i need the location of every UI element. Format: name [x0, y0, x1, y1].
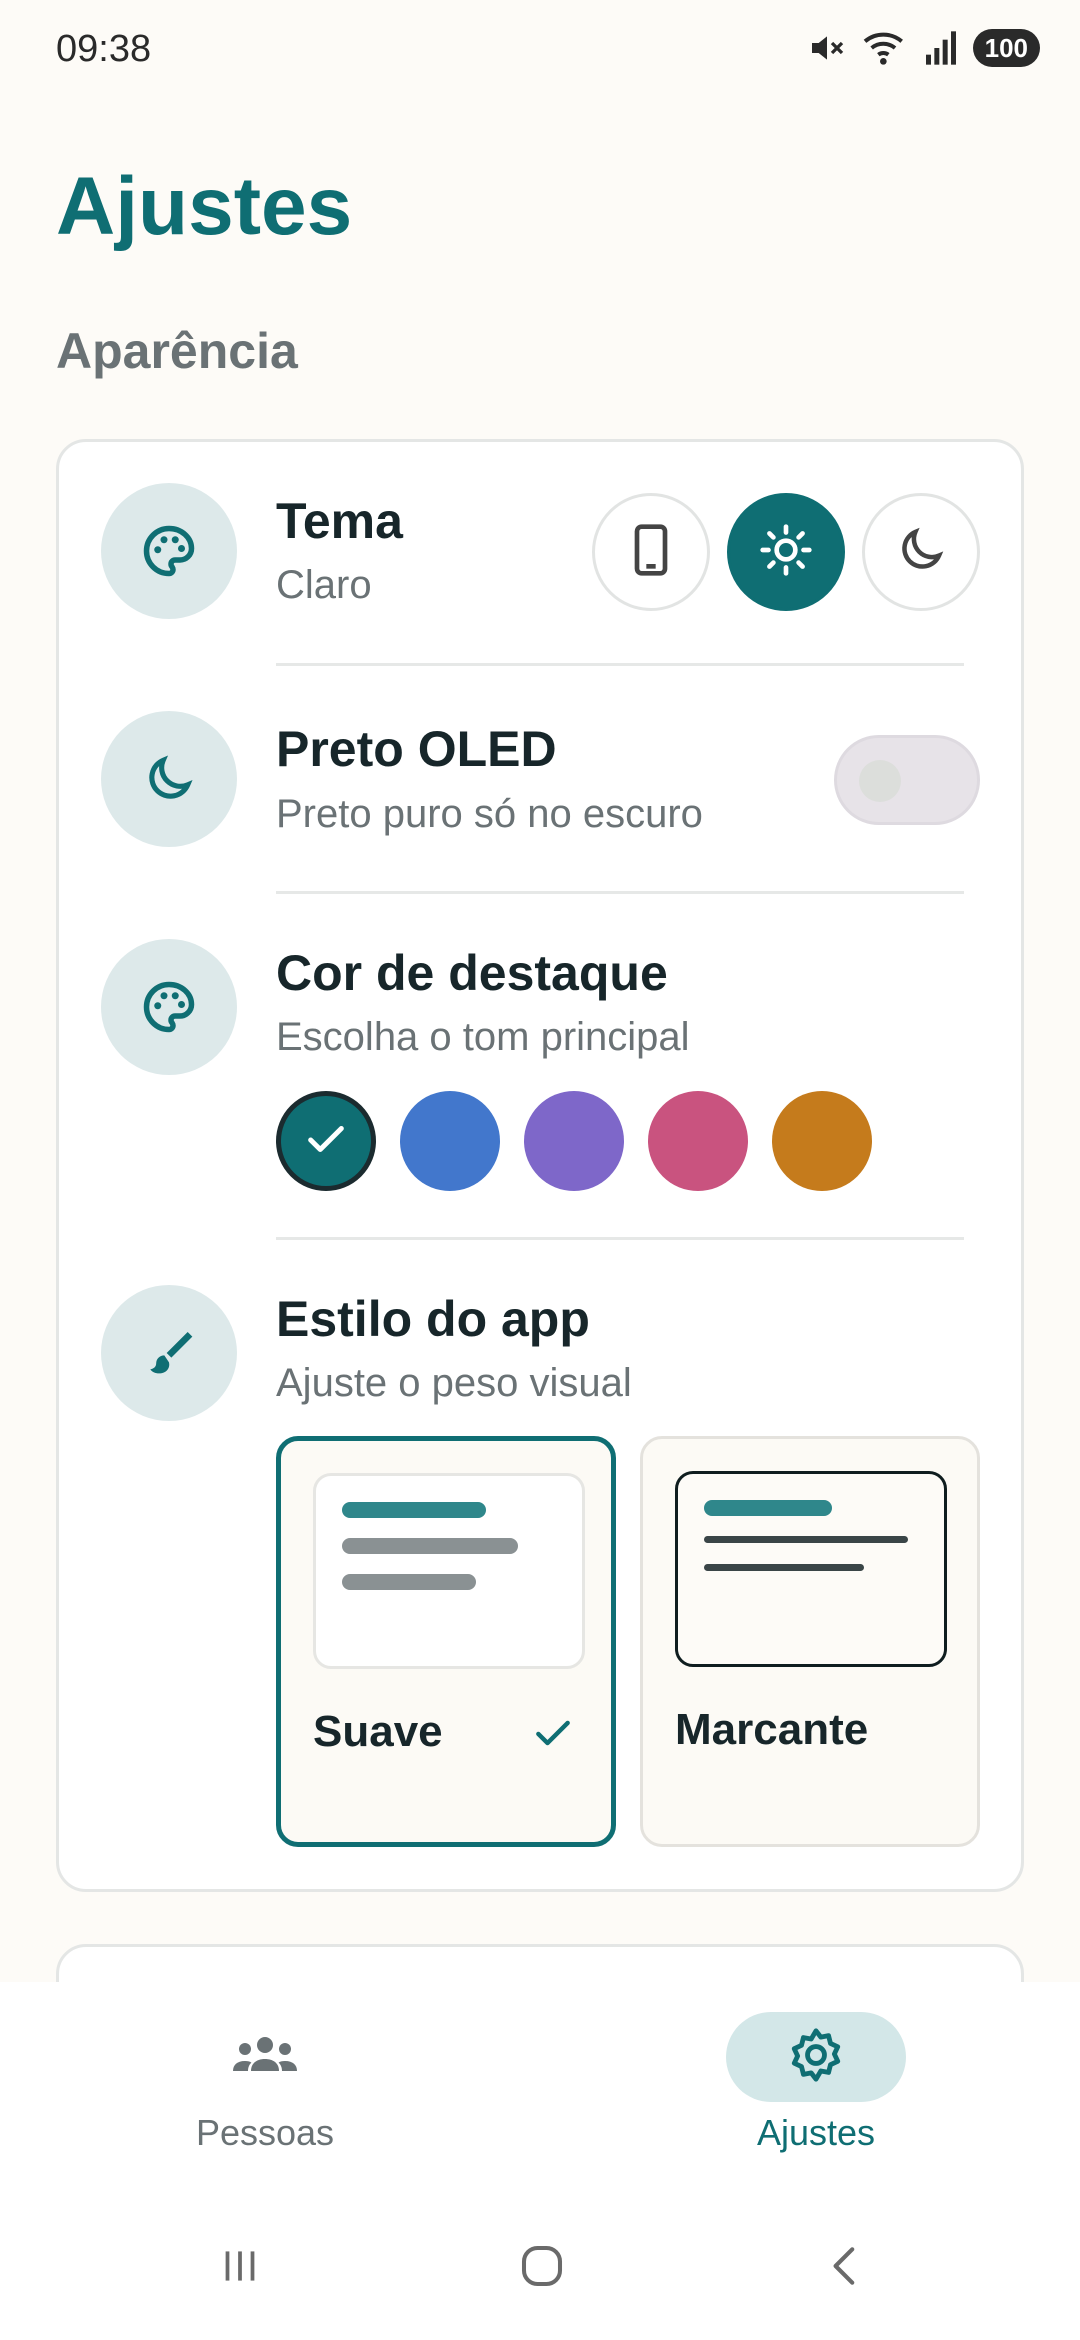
system-nav-bar: [0, 2182, 1080, 2340]
accent-swatch-blue[interactable]: [400, 1091, 500, 1191]
nav-pill-active: [726, 2012, 906, 2102]
moon-icon: [101, 711, 237, 847]
nav-pill: [175, 2012, 355, 2102]
style-preview-bold: [675, 1471, 947, 1667]
toggle-knob: [859, 760, 901, 802]
status-bar: 09:38 100: [0, 0, 1080, 100]
divider: [276, 891, 964, 894]
nav-label-settings: Ajustes: [756, 2112, 876, 2153]
theme-light-button[interactable]: [727, 493, 845, 611]
theme-value: Claro: [276, 563, 372, 607]
recents-icon: [215, 2241, 265, 2296]
app-style-title: Estilo do app: [276, 1291, 590, 1347]
gear-icon: [787, 2026, 845, 2089]
bottom-nav: Pessoas Ajustes: [0, 1982, 1080, 2182]
theme-system-button[interactable]: [592, 493, 710, 611]
divider: [276, 1237, 964, 1240]
mute-icon: [807, 28, 847, 68]
wifi-icon: [861, 28, 909, 68]
battery-icon: 100: [972, 29, 1040, 67]
phone-icon: [627, 522, 675, 583]
style-option-label: Suave: [313, 1707, 443, 1756]
preview-bar: [704, 1500, 832, 1516]
status-icons: 100: [807, 28, 1040, 68]
section-title: Aparência: [56, 323, 298, 379]
accent-subtitle: Escolha o tom principal: [276, 1015, 690, 1059]
home-button[interactable]: [502, 2228, 582, 2308]
palette-icon: [101, 483, 237, 619]
theme-dark-button[interactable]: [862, 493, 980, 611]
nav-label-people: Pessoas: [195, 2112, 335, 2153]
nav-item-settings[interactable]: Ajustes: [686, 2012, 946, 2172]
accent-swatch-pink[interactable]: [648, 1091, 748, 1191]
brush-icon: [101, 1285, 237, 1421]
palette-icon: [101, 939, 237, 1075]
check-icon: [531, 1711, 575, 1760]
theme-title: Tema: [276, 493, 403, 549]
oled-subtitle: Preto puro só no escuro: [276, 792, 703, 836]
preview-bar: [704, 1536, 908, 1543]
style-preview-soft: [313, 1473, 585, 1669]
back-button[interactable]: [806, 2228, 886, 2308]
moon-icon: [894, 523, 948, 582]
style-option-bold[interactable]: Marcante: [640, 1436, 980, 1847]
accent-swatch-teal[interactable]: [276, 1091, 376, 1191]
preview-bar: [704, 1564, 864, 1571]
nav-item-people[interactable]: Pessoas: [135, 2012, 395, 2172]
accent-swatch-orange[interactable]: [772, 1091, 872, 1191]
app-style-subtitle: Ajuste o peso visual: [276, 1361, 632, 1405]
status-time: 09:38: [56, 28, 152, 70]
home-icon: [515, 2239, 569, 2298]
check-icon: [303, 1116, 349, 1167]
sun-icon: [758, 522, 814, 583]
preview-bar: [342, 1538, 518, 1554]
preview-bar: [342, 1574, 476, 1590]
accent-title: Cor de destaque: [276, 945, 668, 1001]
people-icon: [229, 2031, 301, 2084]
accent-swatch-purple[interactable]: [524, 1091, 624, 1191]
style-option-label: Marcante: [675, 1705, 869, 1754]
recents-button[interactable]: [200, 2228, 280, 2308]
oled-title: Preto OLED: [276, 721, 557, 777]
style-option-soft[interactable]: Suave: [276, 1436, 616, 1847]
page-title: Ajustes: [56, 161, 353, 252]
back-icon: [821, 2241, 871, 2296]
signal-icon: [923, 28, 959, 68]
oled-toggle[interactable]: [834, 735, 980, 825]
divider: [276, 663, 964, 666]
preview-bar: [342, 1502, 486, 1518]
